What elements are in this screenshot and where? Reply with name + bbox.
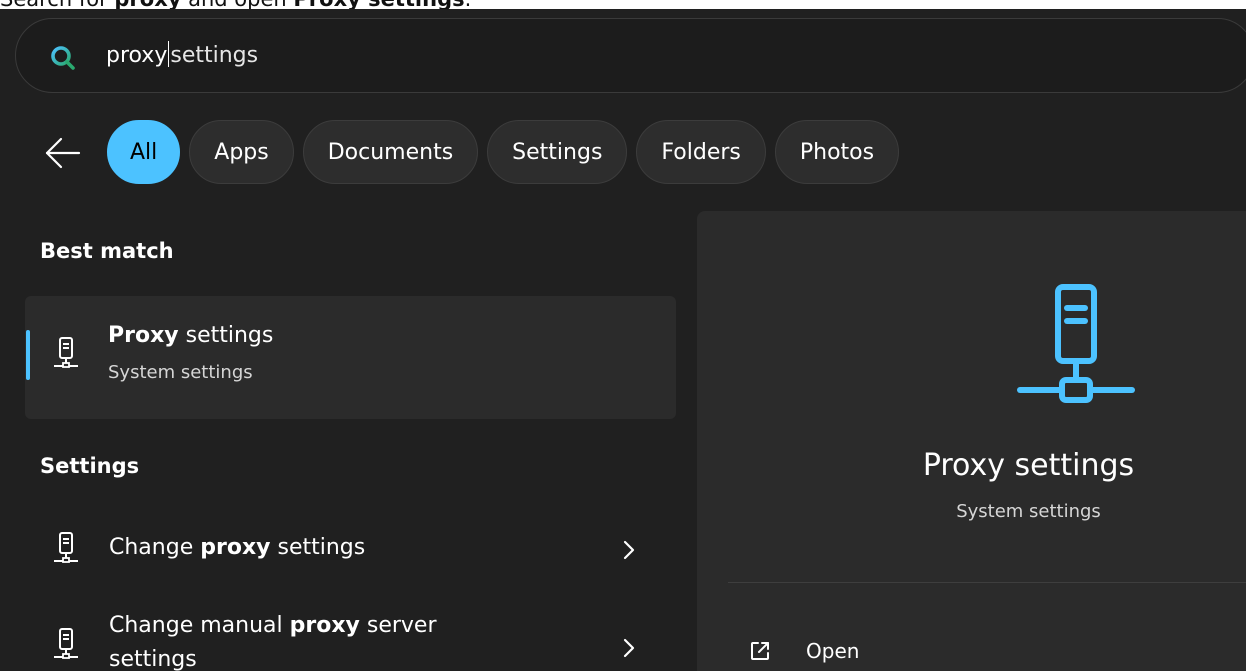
- back-arrow-icon[interactable]: [44, 135, 82, 171]
- preview-subtitle: System settings: [956, 501, 1101, 522]
- search-icon: [51, 46, 75, 70]
- settings-result-label-line2: settings: [109, 647, 197, 671]
- best-match-heading: Best match: [40, 239, 174, 263]
- settings-result-change-proxy[interactable]: Change proxy settings: [25, 509, 676, 589]
- selection-indicator: [26, 330, 30, 380]
- chevron-right-icon: [623, 638, 635, 658]
- proxy-icon: [54, 532, 78, 563]
- label-bold-part: proxy: [289, 613, 360, 638]
- search-input[interactable]: proxy settings: [106, 40, 258, 72]
- proxy-icon: [54, 628, 78, 659]
- open-external-icon: [751, 642, 769, 660]
- label-bold-part: proxy: [200, 535, 271, 560]
- filter-chip-apps[interactable]: Apps: [189, 120, 294, 184]
- settings-result-label: Change manual proxy server: [109, 609, 437, 643]
- settings-heading: Settings: [40, 454, 140, 478]
- proxy-large-icon: [1017, 284, 1135, 403]
- search-box[interactable]: proxy settings: [15, 18, 1246, 93]
- divider: [728, 582, 1246, 583]
- filter-chip-settings[interactable]: Settings: [487, 120, 628, 184]
- best-match-title: Proxy settings: [108, 323, 273, 348]
- filter-chips: All Apps Documents Settings Folders Phot…: [107, 120, 900, 184]
- filter-chip-photos[interactable]: Photos: [774, 120, 900, 184]
- label-part: server: [359, 613, 437, 638]
- filter-chip-folders[interactable]: Folders: [636, 120, 766, 184]
- label-part: Change manual: [109, 613, 290, 638]
- search-suggestion-text: settings: [170, 43, 259, 68]
- preview-pane: Proxy settings System settings Open: [697, 211, 1246, 671]
- filter-chip-documents[interactable]: Documents: [302, 120, 479, 184]
- label-part: settings: [270, 535, 366, 560]
- open-label: Open: [806, 639, 860, 663]
- best-match-title-bold: Proxy: [108, 323, 179, 348]
- start-search-window: proxy settings All Apps Documents Setting…: [0, 9, 1246, 671]
- chevron-right-icon: [623, 540, 635, 560]
- settings-result-label: Change proxy settings: [109, 531, 365, 565]
- best-match-title-rest: settings: [178, 323, 274, 348]
- search-typed-text: proxy: [106, 43, 168, 68]
- preview-title: Proxy settings: [922, 448, 1135, 483]
- settings-result-change-manual-proxy[interactable]: Change manual proxy server settings: [25, 609, 676, 671]
- best-match-result[interactable]: Proxy settings System settings: [25, 296, 676, 419]
- label-part: Change: [109, 535, 201, 560]
- proxy-icon: [54, 337, 78, 368]
- filter-chip-all[interactable]: All: [107, 120, 181, 184]
- open-action[interactable]: Open: [748, 631, 859, 671]
- best-match-subtitle: System settings: [108, 362, 253, 383]
